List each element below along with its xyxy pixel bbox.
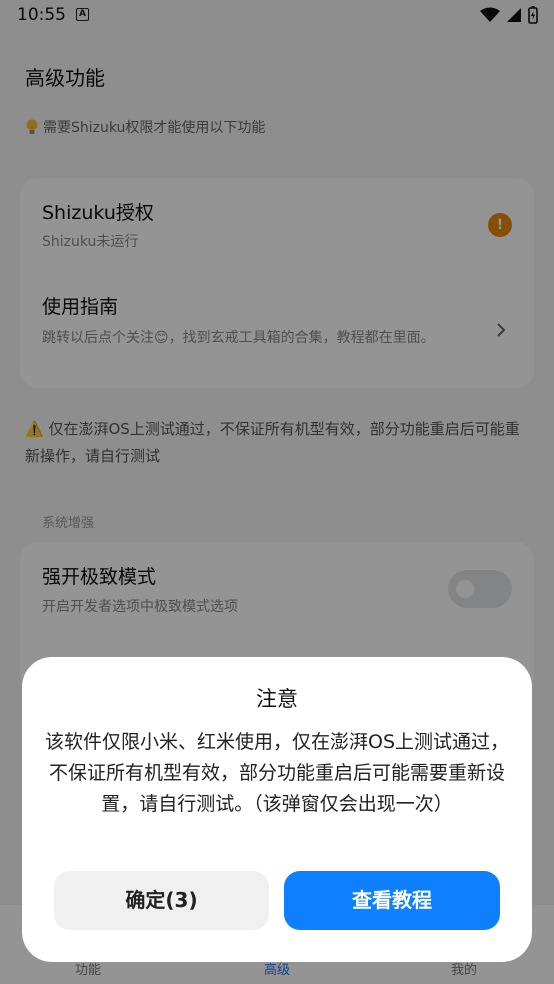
notice-dialog: 注意 该软件仅限小米、红米使用，仅在澎湃OS上测试通过，不保证所有机型有效，部分… xyxy=(22,657,532,962)
view-tutorial-button[interactable]: 查看教程 xyxy=(284,871,500,930)
dialog-title: 注意 xyxy=(256,687,298,711)
confirm-button[interactable]: 确定(3) xyxy=(54,871,269,930)
dialog-message: 该软件仅限小米、红米使用，仅在澎湃OS上测试通过，不保证所有机型有效，部分功能重… xyxy=(44,731,510,815)
